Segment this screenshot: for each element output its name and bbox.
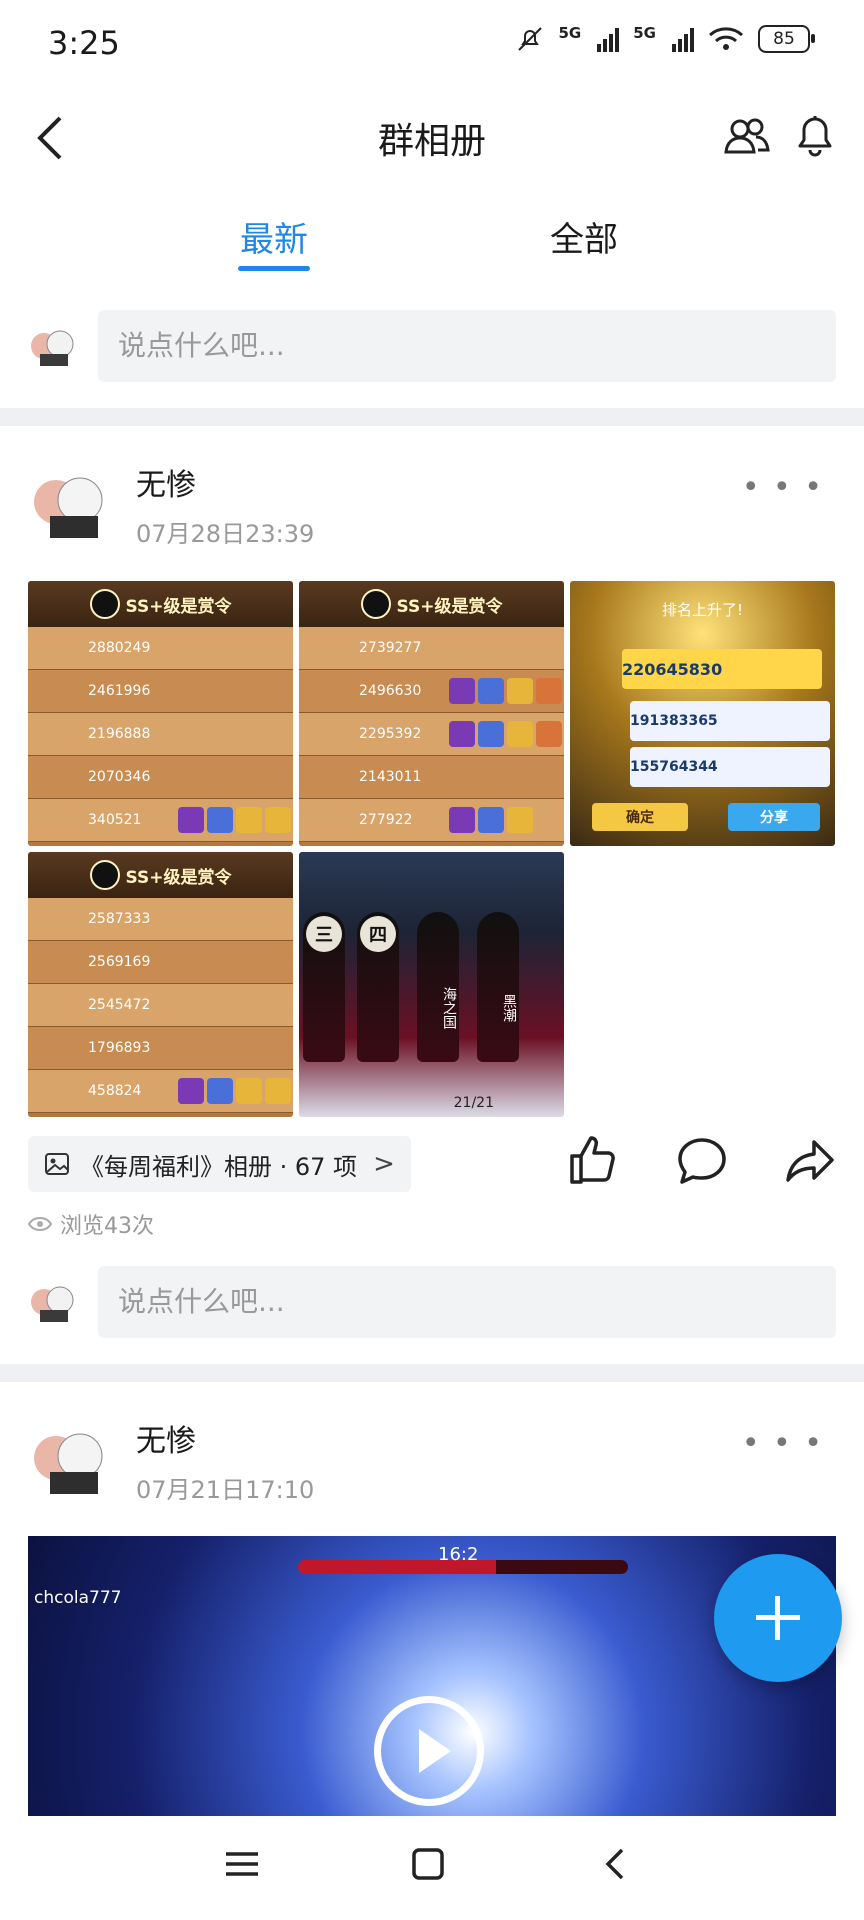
player-name: chcola777: [34, 1588, 122, 1608]
comment-input[interactable]: 说点什么吧...: [98, 310, 836, 382]
signal-icon-1: [597, 26, 620, 52]
view-count: 浏览43次: [28, 1208, 154, 1240]
play-icon[interactable]: [374, 1696, 484, 1806]
share-arrow-icon[interactable]: [782, 1132, 838, 1188]
more-options-icon[interactable]: • • •: [742, 470, 824, 505]
status-bar: 3:25 5G 5G 85: [0, 0, 864, 92]
battery-level: 85: [773, 29, 795, 49]
post-date: 07月28日23:39: [136, 520, 315, 548]
status-time: 3:25: [48, 24, 120, 62]
network-label-2: 5G: [633, 24, 656, 42]
group-members-icon[interactable]: [722, 112, 772, 162]
battery-icon: 85: [758, 25, 815, 53]
image-icon: [45, 1153, 69, 1175]
eye-icon: [28, 1217, 52, 1231]
status-icons: 5G 5G 85: [515, 24, 815, 54]
photo-thumbnail[interactable]: 排名上升了! 220645830 191383365 155764344 确定 …: [570, 581, 835, 846]
section-divider: [0, 408, 864, 426]
home-square-icon[interactable]: [410, 1846, 446, 1882]
tab-latest[interactable]: 最新: [240, 212, 308, 261]
post-date: 07月21日17:10: [136, 1476, 315, 1504]
rank-header: SS+级是赏令: [28, 581, 293, 627]
star-count: 21/21: [453, 1095, 494, 1111]
author-name[interactable]: 无惨: [136, 1416, 196, 1460]
top-bar: 群相册: [0, 92, 864, 182]
avatar: [31, 1286, 74, 1322]
back-triangle-icon[interactable]: [600, 1844, 630, 1884]
comment-input[interactable]: 说点什么吧...: [98, 1266, 836, 1338]
photo-thumbnail[interactable]: 三 四 海之国 黑潮 21/21: [299, 852, 564, 1117]
add-plus-icon[interactable]: [714, 1554, 842, 1682]
author-avatar[interactable]: [28, 1422, 108, 1496]
more-options-icon[interactable]: • • •: [742, 1426, 824, 1461]
photo-thumbnail[interactable]: SS+级是赏令 2587333 2569169 2545472 1796893 …: [28, 852, 293, 1117]
menu-icon[interactable]: [224, 1846, 260, 1882]
video-timer: 16:2: [438, 1544, 479, 1565]
photo-thumbnail[interactable]: SS+级是赏令 2739277 2496630 2295392 2143011 …: [299, 581, 564, 846]
wifi-icon: [709, 27, 743, 50]
author-avatar[interactable]: [28, 466, 108, 540]
section-divider: [0, 1364, 864, 1382]
tab-active-indicator: [238, 266, 310, 271]
mute-bell-icon: [517, 27, 542, 51]
photo-thumbnail[interactable]: SS+级是赏令 2880249 2461996 2196888 2070346 …: [28, 581, 293, 846]
album-link[interactable]: 《每周福利》相册 · 67 项 >: [28, 1136, 411, 1192]
system-nav-bar: [0, 1816, 864, 1920]
network-label-1: 5G: [558, 24, 582, 42]
author-name[interactable]: 无惨: [136, 460, 196, 504]
chevron-right-icon: >: [373, 1149, 395, 1179]
bell-icon[interactable]: [790, 110, 840, 160]
avatar: [31, 330, 74, 366]
signal-icon-2: [672, 26, 694, 52]
video-thumbnail[interactable]: 16:2 chcola777: [28, 1536, 836, 1816]
comment-bubble-icon[interactable]: [674, 1132, 730, 1188]
tab-all[interactable]: 全部: [550, 212, 618, 261]
like-thumbs-up-icon[interactable]: [566, 1132, 622, 1188]
album-label: 《每周福利》相册 · 67 项: [80, 1152, 358, 1181]
